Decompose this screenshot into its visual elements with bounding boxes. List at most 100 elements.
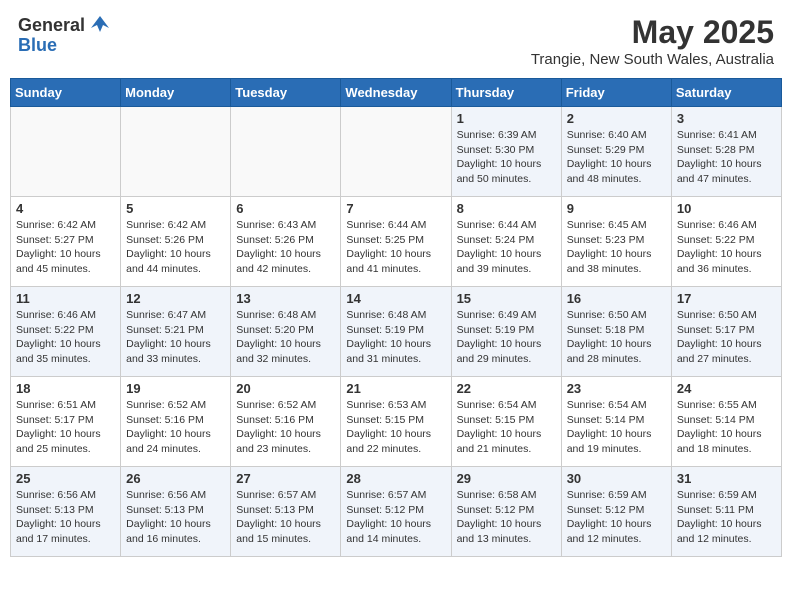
day-info: Sunrise: 6:44 AM Sunset: 5:24 PM Dayligh… [457, 218, 556, 277]
day-number: 3 [677, 111, 776, 126]
day-number: 19 [126, 381, 225, 396]
day-number: 20 [236, 381, 335, 396]
day-number: 16 [567, 291, 666, 306]
calendar-cell [341, 107, 451, 197]
day-info: Sunrise: 6:51 AM Sunset: 5:17 PM Dayligh… [16, 398, 115, 457]
calendar-cell: 11Sunrise: 6:46 AM Sunset: 5:22 PM Dayli… [11, 287, 121, 377]
calendar-cell: 15 Sunrise: 6:49 AM Sunset: 5:19 PM Dayli… [451, 287, 561, 377]
weekday-header-thursday: Thursday [451, 79, 561, 107]
day-number: 30 [567, 471, 666, 486]
day-number: 1 [457, 111, 556, 126]
calendar-cell: 2 Sunrise: 6:40 AM Sunset: 5:29 PM Daylig… [561, 107, 671, 197]
calendar-cell: 24 Sunrise: 6:55 AM Sunset: 5:14 PM Dayli… [671, 377, 781, 467]
day-info: Sunrise: 6:50 AM Sunset: 5:18 PM Dayligh… [567, 308, 666, 367]
calendar-week-3: 11Sunrise: 6:46 AM Sunset: 5:22 PM Dayli… [11, 287, 782, 377]
day-number: 7 [346, 201, 445, 216]
month-title: May 2025 [531, 14, 774, 51]
day-number: 11 [16, 291, 115, 306]
weekday-header-friday: Friday [561, 79, 671, 107]
day-number: 6 [236, 201, 335, 216]
calendar-cell: 28 Sunrise: 6:57 AM Sunset: 5:12 PM Dayli… [341, 467, 451, 557]
day-number: 18 [16, 381, 115, 396]
day-info: Sunrise: 6:57 AM Sunset: 5:12 PM Dayligh… [346, 488, 445, 547]
weekday-header-row: SundayMondayTuesdayWednesdayThursdayFrid… [11, 79, 782, 107]
calendar-cell: 19Sunrise: 6:52 AM Sunset: 5:16 PM Dayli… [121, 377, 231, 467]
calendar-cell: 30 Sunrise: 6:59 AM Sunset: 5:12 PM Dayli… [561, 467, 671, 557]
calendar-cell [11, 107, 121, 197]
calendar-cell: 16 Sunrise: 6:50 AM Sunset: 5:18 PM Dayli… [561, 287, 671, 377]
day-info: Sunrise: 6:54 AM Sunset: 5:15 PM Dayligh… [457, 398, 556, 457]
logo-blue: Blue [18, 35, 57, 55]
weekday-header-monday: Monday [121, 79, 231, 107]
calendar-cell: 1 Sunrise: 6:39 AM Sunset: 5:30 PM Daylig… [451, 107, 561, 197]
day-info: Sunrise: 6:50 AM Sunset: 5:17 PM Dayligh… [677, 308, 776, 367]
day-info: Sunrise: 6:49 AM Sunset: 5:19 PM Dayligh… [457, 308, 556, 367]
calendar-cell: 3 Sunrise: 6:41 AM Sunset: 5:28 PM Daylig… [671, 107, 781, 197]
day-info: Sunrise: 6:40 AM Sunset: 5:29 PM Dayligh… [567, 128, 666, 187]
calendar-cell: 5 Sunrise: 6:42 AM Sunset: 5:26 PM Daylig… [121, 197, 231, 287]
calendar-cell: 13 Sunrise: 6:48 AM Sunset: 5:20 PM Dayli… [231, 287, 341, 377]
calendar-cell: 7Sunrise: 6:44 AM Sunset: 5:25 PM Daylig… [341, 197, 451, 287]
calendar-cell: 12Sunrise: 6:47 AM Sunset: 5:21 PM Dayli… [121, 287, 231, 377]
calendar-cell: 18 Sunrise: 6:51 AM Sunset: 5:17 PM Dayli… [11, 377, 121, 467]
day-number: 21 [346, 381, 445, 396]
calendar-cell: 9 Sunrise: 6:45 AM Sunset: 5:23 PM Daylig… [561, 197, 671, 287]
calendar-cell: 21 Sunrise: 6:53 AM Sunset: 5:15 PM Dayli… [341, 377, 451, 467]
day-info: Sunrise: 6:56 AM Sunset: 5:13 PM Dayligh… [126, 488, 225, 547]
day-info: Sunrise: 6:43 AM Sunset: 5:26 PM Dayligh… [236, 218, 335, 277]
calendar-cell: 20Sunrise: 6:52 AM Sunset: 5:16 PM Dayli… [231, 377, 341, 467]
calendar-table: SundayMondayTuesdayWednesdayThursdayFrid… [10, 78, 782, 557]
day-info: Sunrise: 6:57 AM Sunset: 5:13 PM Dayligh… [236, 488, 335, 547]
calendar-cell: 4Sunrise: 6:42 AM Sunset: 5:27 PM Daylig… [11, 197, 121, 287]
page-header: General Blue May 2025 Trangie, New South… [10, 10, 782, 72]
weekday-header-saturday: Saturday [671, 79, 781, 107]
calendar-cell [231, 107, 341, 197]
day-info: Sunrise: 6:41 AM Sunset: 5:28 PM Dayligh… [677, 128, 776, 187]
day-info: Sunrise: 6:42 AM Sunset: 5:27 PM Dayligh… [16, 218, 115, 277]
day-number: 15 [457, 291, 556, 306]
day-number: 8 [457, 201, 556, 216]
calendar-week-4: 18 Sunrise: 6:51 AM Sunset: 5:17 PM Dayli… [11, 377, 782, 467]
day-number: 27 [236, 471, 335, 486]
day-info: Sunrise: 6:58 AM Sunset: 5:12 PM Dayligh… [457, 488, 556, 547]
weekday-header-wednesday: Wednesday [341, 79, 451, 107]
day-info: Sunrise: 6:39 AM Sunset: 5:30 PM Dayligh… [457, 128, 556, 187]
calendar-cell: 23Sunrise: 6:54 AM Sunset: 5:14 PM Dayli… [561, 377, 671, 467]
day-info: Sunrise: 6:45 AM Sunset: 5:23 PM Dayligh… [567, 218, 666, 277]
calendar-cell: 25 Sunrise: 6:56 AM Sunset: 5:13 PM Dayli… [11, 467, 121, 557]
day-number: 26 [126, 471, 225, 486]
day-info: Sunrise: 6:48 AM Sunset: 5:20 PM Dayligh… [236, 308, 335, 367]
day-number: 31 [677, 471, 776, 486]
calendar-cell: 6 Sunrise: 6:43 AM Sunset: 5:26 PM Daylig… [231, 197, 341, 287]
calendar-cell [121, 107, 231, 197]
day-info: Sunrise: 6:59 AM Sunset: 5:11 PM Dayligh… [677, 488, 776, 547]
day-info: Sunrise: 6:42 AM Sunset: 5:26 PM Dayligh… [126, 218, 225, 277]
day-number: 2 [567, 111, 666, 126]
calendar-cell: 14Sunrise: 6:48 AM Sunset: 5:19 PM Dayli… [341, 287, 451, 377]
logo-general: General [18, 16, 85, 34]
day-number: 28 [346, 471, 445, 486]
day-number: 12 [126, 291, 225, 306]
calendar-week-2: 4Sunrise: 6:42 AM Sunset: 5:27 PM Daylig… [11, 197, 782, 287]
day-number: 13 [236, 291, 335, 306]
calendar-cell: 26 Sunrise: 6:56 AM Sunset: 5:13 PM Dayli… [121, 467, 231, 557]
day-number: 10 [677, 201, 776, 216]
calendar-week-5: 25 Sunrise: 6:56 AM Sunset: 5:13 PM Dayli… [11, 467, 782, 557]
day-number: 25 [16, 471, 115, 486]
day-number: 5 [126, 201, 225, 216]
day-info: Sunrise: 6:55 AM Sunset: 5:14 PM Dayligh… [677, 398, 776, 457]
day-number: 24 [677, 381, 776, 396]
day-info: Sunrise: 6:56 AM Sunset: 5:13 PM Dayligh… [16, 488, 115, 547]
title-section: May 2025 Trangie, New South Wales, Austr… [531, 14, 774, 68]
logo-bird-icon [89, 14, 111, 36]
day-info: Sunrise: 6:53 AM Sunset: 5:15 PM Dayligh… [346, 398, 445, 457]
day-number: 29 [457, 471, 556, 486]
day-number: 22 [457, 381, 556, 396]
day-number: 9 [567, 201, 666, 216]
calendar-cell: 27 Sunrise: 6:57 AM Sunset: 5:13 PM Dayli… [231, 467, 341, 557]
day-info: Sunrise: 6:59 AM Sunset: 5:12 PM Dayligh… [567, 488, 666, 547]
calendar-cell: 10Sunrise: 6:46 AM Sunset: 5:22 PM Dayli… [671, 197, 781, 287]
day-info: Sunrise: 6:48 AM Sunset: 5:19 PM Dayligh… [346, 308, 445, 367]
day-number: 23 [567, 381, 666, 396]
day-number: 17 [677, 291, 776, 306]
